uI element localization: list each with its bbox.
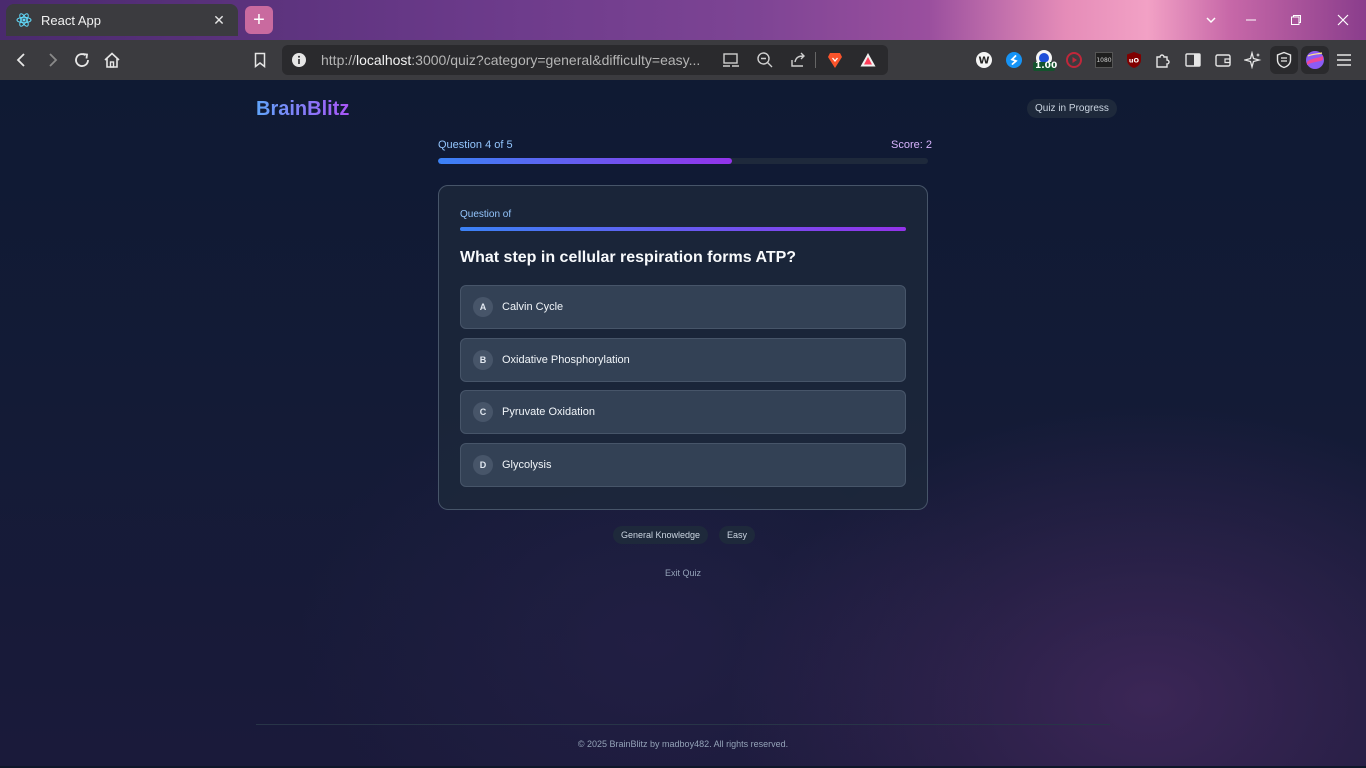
- media-extension-icon[interactable]: [1063, 49, 1085, 71]
- wikipedia-extension-icon[interactable]: W: [973, 49, 995, 71]
- speed-extension-icon[interactable]: 1.00: [1032, 49, 1058, 71]
- svg-text:W: W: [978, 56, 989, 67]
- site-info-icon[interactable]: [289, 50, 309, 70]
- exit-quiz-link[interactable]: Exit Quiz: [665, 568, 701, 578]
- browser-tabbar: React App ✕ +: [0, 0, 1366, 40]
- vpn-shield-icon[interactable]: [1270, 46, 1298, 74]
- question-text: What step in cellular respiration forms …: [460, 249, 797, 266]
- card-progress-bar: [460, 227, 906, 231]
- forward-icon[interactable]: [40, 48, 64, 72]
- option-text: Glycolysis: [502, 459, 552, 471]
- url-text[interactable]: http://localhost:3000/quiz?category=gene…: [321, 52, 711, 68]
- bookmark-icon[interactable]: [248, 48, 272, 72]
- answer-option-c[interactable]: C Pyruvate Oxidation: [460, 390, 906, 434]
- difficulty-tag: Easy: [719, 526, 756, 544]
- tab-title: React App: [41, 12, 101, 28]
- progress-bar-fill: [438, 158, 732, 164]
- footer-divider: [256, 724, 1110, 725]
- option-letter: D: [473, 455, 493, 475]
- svg-text:uO: uO: [1129, 57, 1140, 65]
- shazam-extension-icon[interactable]: [1003, 49, 1025, 71]
- extensions-puzzle-icon[interactable]: [1152, 49, 1174, 71]
- brave-rewards-icon[interactable]: [858, 50, 878, 70]
- option-letter: C: [473, 402, 493, 422]
- speed-badge: 1.00: [1035, 61, 1058, 71]
- back-icon[interactable]: [10, 48, 34, 72]
- sidebar-icon[interactable]: [1182, 49, 1204, 71]
- close-window-icon[interactable]: [1320, 0, 1366, 40]
- ublock-extension-icon[interactable]: uO: [1123, 49, 1145, 71]
- resolution-extension-icon[interactable]: 1080: [1093, 49, 1115, 71]
- footer-text: © 2025 BrainBlitz by madboy482. All righ…: [577, 739, 789, 749]
- answer-option-a[interactable]: A Calvin Cycle: [460, 285, 906, 329]
- answer-option-d[interactable]: D Glycolysis: [460, 443, 906, 487]
- home-icon[interactable]: [100, 48, 124, 72]
- profile-avatar-icon[interactable]: [1301, 46, 1329, 74]
- question-card: Question of What step in cellular respir…: [438, 185, 928, 510]
- leo-ai-icon[interactable]: [1242, 49, 1264, 71]
- resolution-label: 1080: [1096, 56, 1112, 64]
- zoom-out-icon[interactable]: [755, 50, 775, 70]
- reload-icon[interactable]: [70, 48, 94, 72]
- cast-icon[interactable]: [721, 50, 741, 70]
- menu-hamburger-icon[interactable]: [1333, 49, 1355, 71]
- share-icon[interactable]: [788, 50, 808, 70]
- browser-tab[interactable]: React App ✕: [6, 4, 238, 36]
- address-bar[interactable]: http://localhost:3000/quiz?category=gene…: [282, 45, 888, 75]
- question-progress-label: Question 4 of 5: [438, 139, 513, 151]
- wallet-icon[interactable]: [1212, 49, 1234, 71]
- react-icon: [16, 13, 32, 27]
- quiz-status-badge: Quiz in Progress: [1027, 99, 1117, 118]
- brave-shields-icon[interactable]: [825, 50, 845, 70]
- progress-bar: [438, 158, 928, 164]
- restore-icon[interactable]: [1273, 0, 1319, 40]
- exit-quiz-container: Exit Quiz: [0, 568, 1366, 578]
- minimize-icon[interactable]: [1228, 0, 1274, 40]
- url-divider: [815, 52, 816, 68]
- option-text: Oxidative Phosphorylation: [502, 354, 630, 366]
- option-letter: B: [473, 350, 493, 370]
- score-label: Score: 2: [891, 139, 932, 151]
- answer-option-b[interactable]: B Oxidative Phosphorylation: [460, 338, 906, 382]
- option-letter: A: [473, 297, 493, 317]
- quiz-page: BrainBlitz Quiz in Progress Question 4 o…: [0, 80, 1366, 766]
- option-text: Pyruvate Oxidation: [502, 406, 595, 418]
- tab-close-icon[interactable]: ✕: [210, 12, 228, 29]
- brand-logo[interactable]: BrainBlitz: [256, 98, 349, 121]
- card-question-label: Question of: [460, 209, 512, 220]
- option-text: Calvin Cycle: [502, 301, 564, 313]
- category-tag: General Knowledge: [613, 526, 709, 544]
- new-tab-button[interactable]: +: [245, 6, 273, 34]
